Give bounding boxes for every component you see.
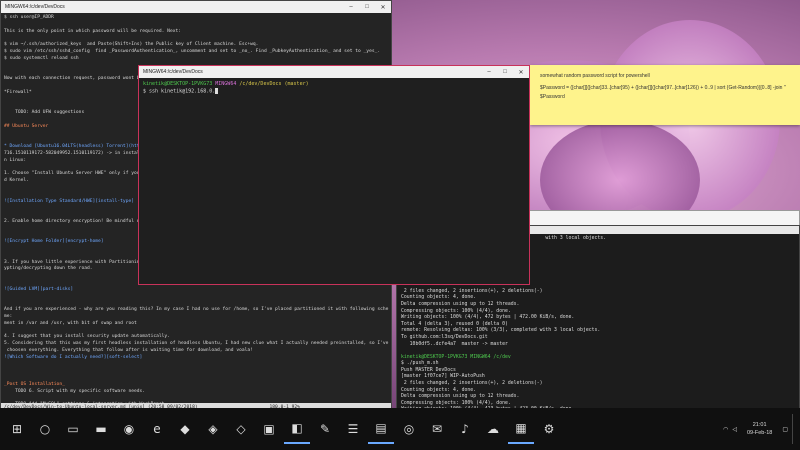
left-terminal-titlebar[interactable]: MINGW64:/c/dev/DevDocs – □ ✕ xyxy=(1,1,391,13)
window-title: MINGW64:/c/dev/DevDocs xyxy=(5,4,65,10)
volume-icon[interactable]: ◁ xyxy=(732,426,737,433)
sticky-note-line: $Password xyxy=(540,94,565,100)
clock-time: 21:01 xyxy=(752,422,767,428)
command-line[interactable]: $ ssh kinetik@192.168.0. xyxy=(143,89,215,95)
terminal-icon[interactable]: ▤ xyxy=(368,414,394,444)
search-icon[interactable]: ○ xyxy=(32,414,58,444)
app-icon-6[interactable]: ☰ xyxy=(340,414,366,444)
windows-start-icon[interactable]: ⊞ xyxy=(4,414,30,444)
app-icon-5[interactable]: ✎ xyxy=(312,414,338,444)
editor-line: $ sudo vim /etc/ssh/sshd_config find _Pa… xyxy=(4,48,381,54)
sticky-notes-icon[interactable]: ▦ xyxy=(508,414,534,444)
terminal-line: Delta compression using up to 12 threads… xyxy=(401,301,520,307)
editor-line: And if you are experienced - why are you… xyxy=(4,307,389,313)
editor-line: choosen everything. Everything that foll… xyxy=(4,348,253,354)
terminal-line: Counting objects: 4, done. xyxy=(401,295,477,301)
file-explorer-icon[interactable]: ▬ xyxy=(88,414,114,444)
notification-icon[interactable]: ▢ xyxy=(782,426,788,433)
terminal-line: kinetik@DESKTOP-1PVKG73 MINGW64 /c/dev xyxy=(401,354,511,360)
terminal-line: 2 files changed, 2 insertions(+), 2 dele… xyxy=(401,381,543,387)
taskbar-icons: ⊞ ○ ▭ ▬ ◉ e ◆ ◈ ◇ ▣ ◧ ✎ ☰ ▤ ◎ ✉ ♪ ☁ ▦ ⚙ xyxy=(4,414,564,444)
prompt-user: kinetik@DESKTOP-1PVKG73 xyxy=(143,81,213,87)
app-icon-7[interactable]: ◎ xyxy=(396,414,422,444)
network-icon[interactable]: ◠ xyxy=(723,426,728,433)
editor-line: $ vim ~/.ssh/authorized_keys and Paste(S… xyxy=(4,42,259,48)
mid-terminal-output[interactable]: kinetik@DESKTOP-1PVKG73 MINGW64 /c/dev/D… xyxy=(139,78,529,284)
app-icon-8[interactable]: ✉ xyxy=(424,414,450,444)
editor-line: ment in /var and /usr, with bit of swap … xyxy=(4,320,137,326)
app-icon-1[interactable]: ◆ xyxy=(172,414,198,444)
editor-line: ![Guided LVM][part-disks] xyxy=(4,286,74,292)
app-icon-10[interactable]: ☁ xyxy=(480,414,506,444)
clock[interactable]: 21:01 09-Feb-18 xyxy=(747,421,772,437)
show-desktop-button[interactable] xyxy=(792,414,796,444)
git-bash-icon[interactable]: ◧ xyxy=(284,414,310,444)
terminal-line: To github.com:l3sq/DevDocs.git xyxy=(401,334,488,340)
app-icon-11[interactable]: ⚙ xyxy=(536,414,562,444)
minimize-icon[interactable]: – xyxy=(343,1,359,13)
edge-icon[interactable]: e xyxy=(144,414,170,444)
maximize-icon[interactable]: □ xyxy=(359,1,375,13)
task-view-icon[interactable]: ▭ xyxy=(60,414,86,444)
app-icon-9[interactable]: ♪ xyxy=(452,414,478,444)
terminal-line: Delta compression using up to 12 threads… xyxy=(401,394,520,400)
editor-line: ![Which Software do I actually need?][so… xyxy=(4,354,143,360)
window-title: MINGW64:/c/dev/DevDocs xyxy=(143,69,203,75)
sticky-note-line: $Password = ([char[]]([char]33..[char]95… xyxy=(540,85,786,91)
sticky-note[interactable]: somewhat random password script for powe… xyxy=(530,65,800,125)
close-icon[interactable]: ✕ xyxy=(513,66,529,78)
terminal-line: 10b0df5..dcfe4a7 master -> master xyxy=(401,341,508,347)
terminal-line: $ ./push_m.sh xyxy=(401,361,439,367)
chrome-icon[interactable]: ◉ xyxy=(116,414,142,444)
editor-line: _Post OS Installation_ xyxy=(4,382,65,388)
app-icon-2[interactable]: ◈ xyxy=(200,414,226,444)
editor-line: me: xyxy=(4,314,13,320)
mid-terminal-titlebar[interactable]: MINGW64:/c/dev/DevDocs – □ ✕ xyxy=(139,66,529,78)
text-cursor xyxy=(215,88,219,94)
editor-line: This is the only point in which password… xyxy=(4,28,182,34)
prompt-shell: MINGW64 xyxy=(215,81,237,87)
prompt-path: /c/dev/DevDocs (master) xyxy=(239,81,309,87)
close-icon[interactable]: ✕ xyxy=(375,1,391,13)
terminal-line: Writing objects: 100% (4/4), 472 bytes |… xyxy=(401,315,575,321)
clock-date: 09-Feb-18 xyxy=(746,430,773,436)
editor-line: TODO 6. Script with my specific software… xyxy=(4,388,146,394)
maximize-icon[interactable]: □ xyxy=(497,66,513,78)
sticky-note-line: somewhat random password script for powe… xyxy=(540,73,650,79)
app-icon-4[interactable]: ▣ xyxy=(256,414,282,444)
taskbar: ⊞ ○ ▭ ▬ ◉ e ◆ ◈ ◇ ▣ ◧ ✎ ☰ ▤ ◎ ✉ ♪ ☁ ▦ ⚙ ◠ ◁ 21:01 09-Feb-18… xyxy=(0,408,800,450)
editor-line: $ sudo systemctl reload ssh xyxy=(4,55,79,61)
system-tray: ◠ ◁ 21:01 09-Feb-18 ▢ xyxy=(723,414,796,444)
terminal-line: remote: Resolving deltas: 100% (3/3), co… xyxy=(401,328,601,334)
mid-terminal-window[interactable]: MINGW64:/c/dev/DevDocs – □ ✕ kinetik@DES… xyxy=(138,65,530,285)
editor-line: $ ssh user@IP_ADDR xyxy=(4,15,54,20)
minimize-icon[interactable]: – xyxy=(481,66,497,78)
app-icon-3[interactable]: ◇ xyxy=(228,414,254,444)
